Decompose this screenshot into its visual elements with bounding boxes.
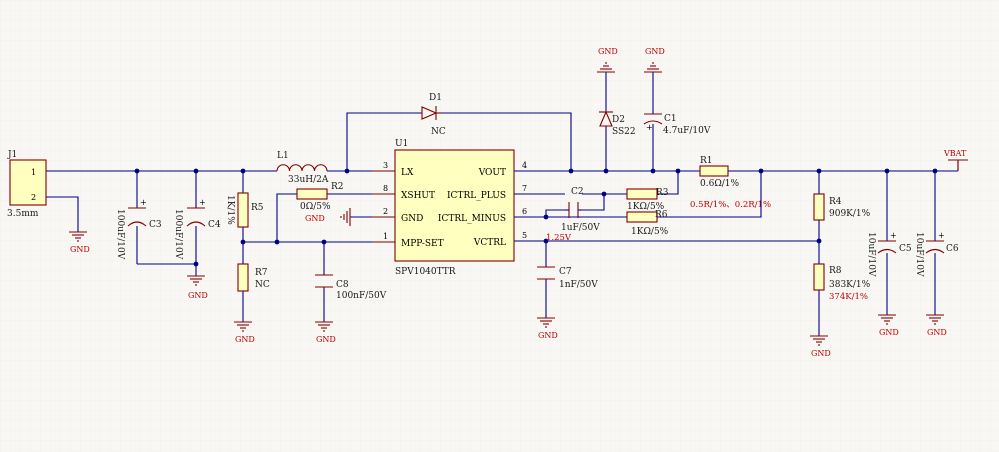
svg-text:R8: R8 bbox=[829, 266, 842, 276]
svg-text:NC: NC bbox=[255, 280, 270, 290]
chip-u1: U1 SPV1040TTR 3 8 2 1 LX XSHUT GND MPP-S… bbox=[372, 139, 527, 277]
svg-text:MPP-SET: MPP-SET bbox=[401, 239, 444, 249]
svg-text:VCTRL: VCTRL bbox=[473, 238, 506, 248]
svg-text:GND: GND bbox=[645, 47, 665, 56]
svg-text:C3: C3 bbox=[149, 220, 162, 230]
svg-text:100uF/10V: 100uF/10V bbox=[173, 209, 183, 260]
svg-text:R5: R5 bbox=[251, 203, 264, 213]
svg-text:R3: R3 bbox=[656, 188, 669, 198]
svg-text:VOUT: VOUT bbox=[478, 168, 506, 178]
j1-pin2-label: 2 bbox=[31, 193, 36, 202]
r1-alt-values: 0.5R/1%、0.2R/1% bbox=[690, 200, 771, 210]
svg-text:GND: GND bbox=[316, 335, 336, 344]
svg-text:D1: D1 bbox=[429, 93, 442, 103]
svg-text:GND: GND bbox=[305, 214, 325, 223]
svg-text:5: 5 bbox=[522, 231, 527, 240]
svg-text:GND: GND bbox=[401, 214, 423, 224]
svg-text:1uF/50V: 1uF/50V bbox=[561, 223, 600, 233]
svg-text:R7: R7 bbox=[255, 268, 268, 278]
svg-text:10uF/10V: 10uF/10V bbox=[866, 232, 876, 277]
j1-pin1-label: 1 bbox=[31, 168, 36, 177]
svg-text:GND: GND bbox=[538, 331, 558, 340]
svg-text:+: + bbox=[140, 198, 147, 207]
svg-text:4: 4 bbox=[522, 161, 527, 170]
svg-text:6: 6 bbox=[522, 207, 527, 216]
chip-part-number: SPV1040TTR bbox=[395, 267, 456, 277]
vctrl-voltage-label: 1.25V bbox=[546, 233, 572, 243]
svg-text:GND: GND bbox=[879, 328, 899, 337]
svg-text:7: 7 bbox=[522, 184, 527, 193]
svg-text:C4: C4 bbox=[208, 220, 221, 230]
svg-text:GND: GND bbox=[70, 245, 90, 254]
svg-text:R1: R1 bbox=[700, 156, 713, 166]
r8-alt-value: 374K/1% bbox=[829, 292, 868, 302]
vbat-label: VBAT bbox=[943, 149, 967, 158]
j1-ref: J1 bbox=[7, 150, 17, 160]
svg-text:909K/1%: 909K/1% bbox=[829, 209, 871, 219]
svg-text:C2: C2 bbox=[571, 187, 584, 197]
svg-text:LX: LX bbox=[401, 168, 414, 178]
svg-text:1nF/50V: 1nF/50V bbox=[559, 280, 598, 290]
j1-value: 3.5mm bbox=[7, 209, 39, 219]
svg-text:C7: C7 bbox=[559, 267, 572, 277]
svg-text:GND: GND bbox=[927, 328, 947, 337]
svg-text:2: 2 bbox=[383, 207, 388, 216]
svg-text:+: + bbox=[938, 231, 945, 240]
svg-text:GND: GND bbox=[811, 349, 831, 358]
svg-text:GND: GND bbox=[235, 335, 255, 344]
svg-text:+: + bbox=[199, 198, 206, 207]
svg-text:1KΩ/5%: 1KΩ/5% bbox=[631, 227, 669, 237]
svg-text:C1: C1 bbox=[664, 114, 677, 124]
svg-text:10uF/10V: 10uF/10V bbox=[914, 232, 924, 277]
svg-text:D2: D2 bbox=[612, 115, 625, 125]
svg-text:+: + bbox=[890, 231, 897, 240]
schematic-canvas: 1 2 J1 3.5mm GND GND GND GND GND GND GND… bbox=[0, 0, 999, 452]
svg-text:SS22: SS22 bbox=[612, 127, 636, 137]
svg-text:GND: GND bbox=[188, 291, 208, 300]
svg-text:XSHUT: XSHUT bbox=[401, 191, 435, 201]
svg-text:ICTRL_PLUS: ICTRL_PLUS bbox=[447, 191, 506, 201]
svg-text:100uF/10V: 100uF/10V bbox=[115, 209, 125, 260]
svg-text:C6: C6 bbox=[946, 244, 959, 254]
svg-text:R4: R4 bbox=[829, 197, 842, 207]
svg-text:1K/1%: 1K/1% bbox=[225, 195, 235, 225]
svg-text:NC: NC bbox=[431, 127, 446, 137]
svg-text:ICTRL_MINUS: ICTRL_MINUS bbox=[438, 214, 506, 224]
svg-text:383K/1%: 383K/1% bbox=[829, 280, 871, 290]
svg-text:33uH/2A: 33uH/2A bbox=[288, 175, 329, 185]
svg-text:+: + bbox=[646, 123, 653, 132]
svg-text:L1: L1 bbox=[277, 151, 289, 161]
svg-text:8: 8 bbox=[383, 184, 388, 193]
svg-text:0Ω/5%: 0Ω/5% bbox=[300, 202, 331, 212]
svg-text:GND: GND bbox=[598, 47, 618, 56]
svg-text:C5: C5 bbox=[899, 244, 912, 254]
chip-ref: U1 bbox=[395, 139, 408, 149]
svg-text:1: 1 bbox=[383, 232, 388, 241]
svg-text:4.7uF/10V: 4.7uF/10V bbox=[663, 126, 711, 136]
svg-text:100nF/50V: 100nF/50V bbox=[336, 291, 387, 301]
svg-text:3: 3 bbox=[383, 161, 388, 170]
svg-text:C8: C8 bbox=[336, 280, 349, 290]
svg-text:R6: R6 bbox=[655, 210, 668, 220]
svg-text:R2: R2 bbox=[331, 182, 344, 192]
svg-text:0.6Ω/1%: 0.6Ω/1% bbox=[700, 179, 740, 189]
